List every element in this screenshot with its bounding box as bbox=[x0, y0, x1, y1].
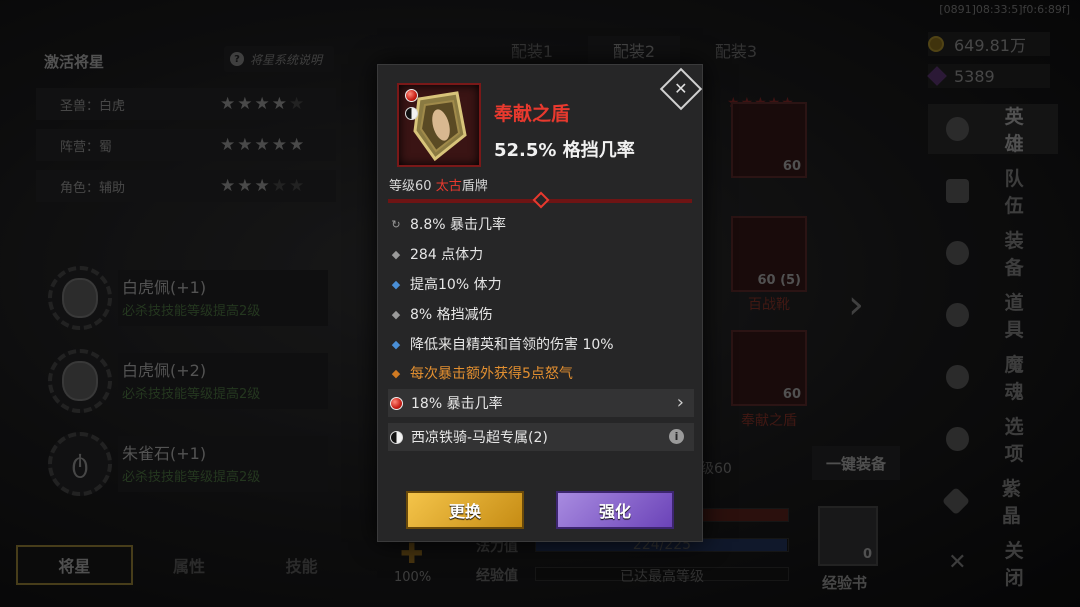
attr-row: ◆ 提高10% 体力 bbox=[388, 270, 694, 298]
attr-row: ↻ 8.8% 暴击几率 bbox=[388, 210, 694, 238]
attr-text: 284 点体力 bbox=[410, 247, 484, 263]
item-slot bbox=[397, 83, 481, 167]
yin-yang-icon bbox=[390, 430, 403, 444]
yin-yang-icon bbox=[405, 107, 418, 120]
replace-button[interactable]: 更换 bbox=[406, 491, 524, 529]
enhance-button[interactable]: 强化 bbox=[556, 491, 674, 529]
chevron-right-icon: › bbox=[676, 392, 684, 413]
item-level-line: 等级60 太古盾牌 bbox=[389, 175, 488, 194]
attr-text: 8% 格挡减伤 bbox=[410, 307, 493, 323]
item-detail-modal: ✕ 奉献之盾 52.5% 格挡几率 等级60 太古盾牌 ↻ 8.8% 暴击几率 ◆… bbox=[377, 64, 703, 542]
close-icon: ✕ bbox=[674, 79, 688, 98]
diamond-bullet-icon: ◆ bbox=[391, 337, 401, 351]
diamond-bullet-icon: ◆ bbox=[391, 366, 401, 380]
set-bonus-row[interactable]: 西凉铁骑-马超专属(2) i bbox=[388, 423, 694, 451]
attr-text: 每次暴击额外获得5点怒气 bbox=[410, 366, 573, 382]
red-gem-icon bbox=[390, 396, 403, 410]
diamond-bullet-icon: ◆ bbox=[391, 247, 401, 261]
red-gem-icon bbox=[405, 89, 418, 102]
attr-row-legendary: ◆ 每次暴击额外获得5点怒气 bbox=[388, 359, 694, 387]
close-button[interactable]: ✕ bbox=[659, 67, 703, 111]
game-screen: [0891]08:33:5]f0:6:89f] 激活将星 ? 将星系统说明 圣兽… bbox=[0, 0, 1080, 607]
attr-row: ◆ 284 点体力 bbox=[388, 240, 694, 268]
set-bonus-text: 西凉铁骑-马超专属(2) bbox=[411, 430, 548, 446]
attr-text: 降低来自精英和首领的伤害 10% bbox=[410, 337, 614, 353]
diamond-bullet-icon: ◆ bbox=[391, 277, 401, 291]
attr-row: ◆ 8% 格挡减伤 bbox=[388, 300, 694, 328]
item-name: 奉献之盾 bbox=[494, 103, 571, 125]
gem-socket-row[interactable]: 18% 暴击几率 › bbox=[388, 389, 694, 417]
slider-knob[interactable] bbox=[532, 191, 550, 209]
item-rarity: 太古 bbox=[435, 179, 462, 194]
diamond-bullet-icon: ◆ bbox=[391, 307, 401, 321]
attr-row: ◆ 降低来自精英和首领的伤害 10% bbox=[388, 330, 694, 358]
item-type: 盾牌 bbox=[461, 179, 488, 194]
level-slider[interactable] bbox=[388, 191, 692, 209]
gem-stat-text: 18% 暴击几率 bbox=[411, 396, 503, 412]
info-icon[interactable]: i bbox=[669, 429, 684, 444]
attr-text: 提高10% 体力 bbox=[410, 277, 502, 293]
item-main-stat: 52.5% 格挡几率 bbox=[494, 140, 635, 161]
reroll-icon: ↻ bbox=[391, 217, 401, 231]
item-level: 等级60 bbox=[389, 179, 432, 194]
attr-text: 8.8% 暴击几率 bbox=[410, 217, 507, 233]
